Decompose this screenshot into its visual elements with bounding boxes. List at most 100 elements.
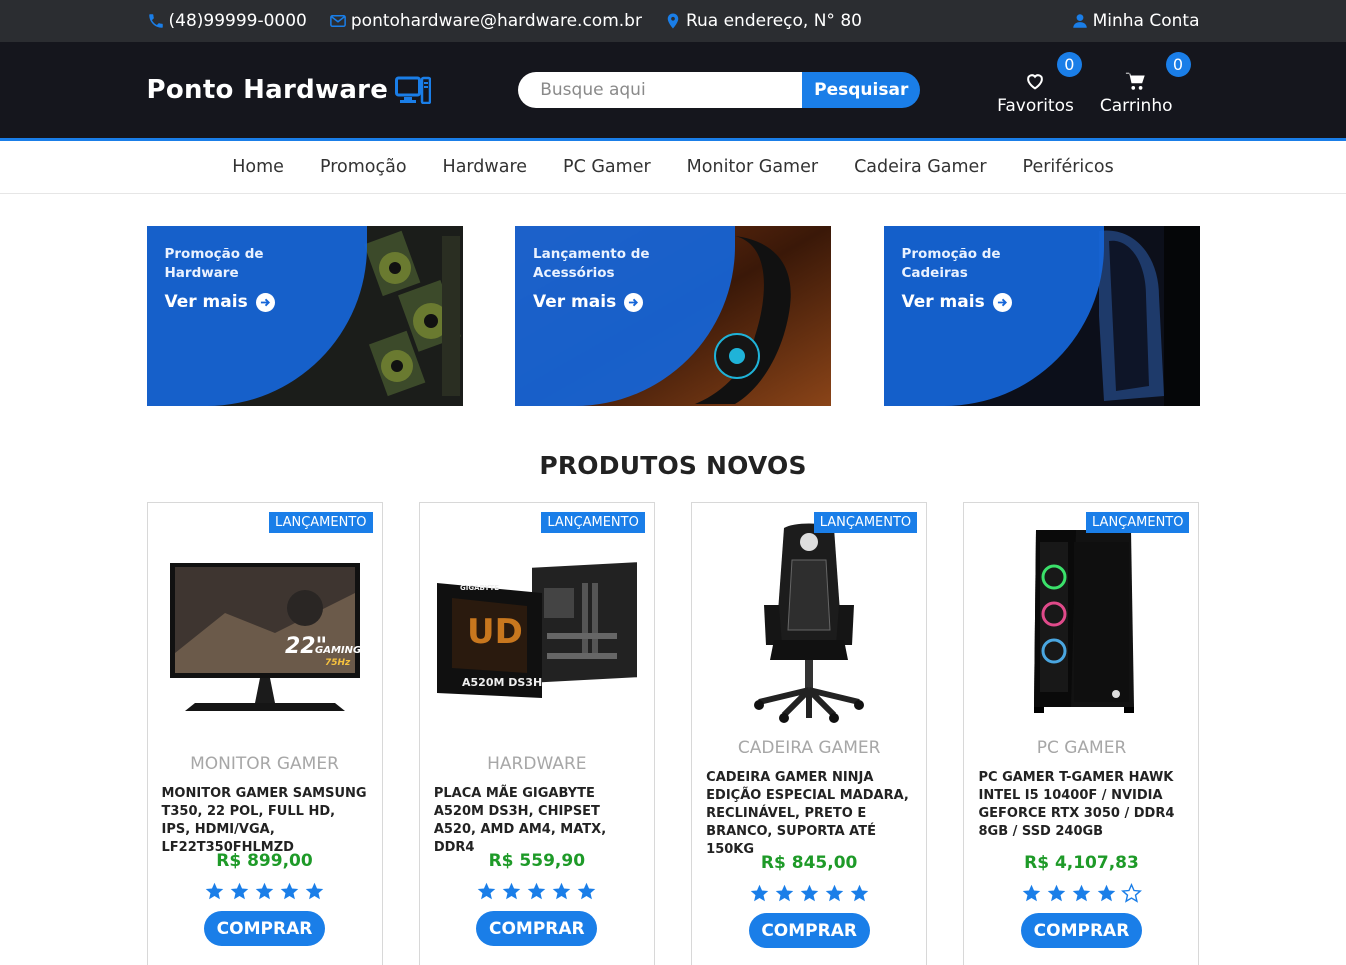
product-rating [964, 883, 1198, 904]
user-icon [1072, 14, 1087, 28]
svg-text:GIGABYTE: GIGABYTE [460, 584, 499, 592]
account-label: Minha Conta [1092, 11, 1200, 31]
phone-contact[interactable]: (48)99999-0000 [147, 11, 307, 31]
banner-title: Promoção de Cadeiras [901, 246, 1001, 281]
product-image [692, 517, 926, 727]
favorites-link[interactable]: 0 Favoritos [997, 52, 1082, 116]
envelope-icon [330, 15, 346, 27]
star-filled-icon [850, 884, 868, 902]
product-category: HARDWARE [487, 754, 587, 774]
banner-hardware-promo[interactable]: Promoção de Hardware Ver mais [146, 226, 463, 406]
product-card[interactable]: LANÇAMENTO 22" GAMING 75Hz MONITOR GAMER… [146, 502, 383, 965]
star-filled-icon [775, 884, 793, 902]
cart-link[interactable]: 0 Carrinho [1099, 52, 1191, 116]
star-filled-icon [305, 882, 324, 900]
banner-cta[interactable]: Ver mais [902, 292, 1012, 312]
product-name[interactable]: PLACA MÃE GIGABYTE A520M DS3H, CHIPSET A… [434, 785, 640, 855]
star-filled-icon [1097, 884, 1116, 902]
product-rating [148, 881, 382, 902]
banner-cta-label: Ver mais [533, 292, 617, 312]
cart-label: Carrinho [1099, 96, 1173, 116]
product-category: MONITOR GAMER [190, 754, 339, 774]
nav-monitor-gamer[interactable]: Monitor Gamer [687, 157, 818, 177]
star-filled-icon [205, 882, 224, 900]
star-filled-icon [255, 882, 274, 900]
cart-icon [1126, 72, 1145, 90]
star-filled-icon [553, 882, 571, 900]
product-grid: LANÇAMENTO 22" GAMING 75Hz MONITOR GAMER… [146, 502, 1200, 965]
banner-row: Promoção de Hardware Ver mais Lançamento… [146, 226, 1200, 406]
product-card[interactable]: LANÇAMENTO CADEIRA GAMER CADEIRA GAMER N… [691, 502, 928, 965]
product-name[interactable]: MONITOR GAMER SAMSUNG T350, 22 POL, FULL… [162, 785, 368, 855]
phone-text: (48)99999-0000 [168, 11, 307, 31]
product-image: 22" GAMING 75Hz [148, 533, 382, 743]
email-text: pontohardware@hardware.com.br [350, 11, 642, 31]
heart-icon [1027, 74, 1044, 90]
product-image: UD A520M DS3H GIGABYTE [420, 533, 654, 743]
nav-perifericos[interactable]: Periféricos [1023, 157, 1114, 177]
nav-promocao[interactable]: Promoção [320, 157, 407, 177]
nav-hardware[interactable]: Hardware [443, 157, 528, 177]
svg-text:75Hz: 75Hz [325, 658, 351, 668]
buy-button[interactable]: COMPRAR [204, 911, 325, 946]
cart-count-badge: 0 [1165, 52, 1191, 77]
arrow-circle-right-icon [992, 292, 1012, 312]
pc-case-product-image [1034, 530, 1135, 713]
launch-badge: LANÇAMENTO [541, 512, 645, 533]
monitor-icon [395, 76, 432, 104]
phone-icon [148, 14, 163, 28]
star-filled-icon [478, 882, 496, 900]
main-header: Ponto Hardware Pesquisar 0 Favoritos [0, 42, 1346, 141]
buy-button[interactable]: COMPRAR [1020, 913, 1142, 948]
banner-chairs-promo[interactable]: Promoção de Cadeiras Ver mais [883, 226, 1200, 406]
star-filled-icon [280, 882, 299, 900]
account-link[interactable]: Minha Conta [1071, 11, 1200, 31]
banner-cta-label: Ver mais [901, 292, 985, 312]
nav-home[interactable]: Home [232, 157, 284, 177]
nav-cadeira-gamer[interactable]: Cadeira Gamer [854, 157, 986, 177]
product-rating [420, 881, 654, 902]
star-filled-icon [1072, 884, 1091, 902]
star-filled-icon [528, 882, 546, 900]
header-actions: 0 Favoritos 0 Carrinho [971, 52, 1191, 116]
search-input[interactable] [518, 72, 803, 108]
star-filled-icon [230, 882, 249, 900]
product-card[interactable]: LANÇAMENTO UD A520M DS3H GIGABYTE HARDWA… [418, 502, 655, 965]
email-contact[interactable]: pontohardware@hardware.com.br [329, 11, 642, 31]
svg-text:GAMING: GAMING [315, 645, 361, 656]
search-button[interactable]: Pesquisar [802, 72, 921, 108]
monitor-product-image: 22" GAMING 75Hz [169, 563, 361, 711]
launch-badge: LANÇAMENTO [269, 512, 373, 533]
launch-badge: LANÇAMENTO [813, 512, 918, 533]
banner-title: Lançamento de Acessórios [533, 246, 650, 281]
product-category: PC GAMER [1036, 738, 1127, 758]
buy-button[interactable]: COMPRAR [748, 913, 870, 948]
banner-cta-label: Ver mais [164, 292, 248, 312]
section-title: PRODUTOS NOVOS [539, 451, 807, 480]
buy-button[interactable]: COMPRAR [476, 911, 598, 946]
star-filled-icon [1022, 884, 1041, 902]
banner-cta[interactable]: Ver mais [533, 292, 644, 312]
svg-text:UD: UD [467, 612, 523, 652]
star-filled-icon [750, 884, 768, 902]
star-filled-icon [825, 884, 843, 902]
star-outline-icon [1121, 883, 1142, 903]
nav-pc-gamer[interactable]: PC Gamer [563, 157, 651, 177]
favorites-label: Favoritos [997, 96, 1074, 116]
banner-title: Promoção de Hardware [164, 246, 264, 281]
product-price: R$ 4,107,83 [1024, 853, 1139, 873]
product-name[interactable]: PC GAMER T-GAMER HAWK INTEL I5 10400F / … [978, 769, 1184, 841]
banner-accessories-launch[interactable]: Lançamento de Acessórios Ver mais [515, 226, 831, 406]
address-text: Rua endereço, N° 80 [685, 11, 862, 31]
star-filled-icon [1047, 884, 1066, 902]
product-name[interactable]: CADEIRA GAMER NINJA EDIÇÃO ESPECIAL MADA… [706, 769, 912, 857]
star-filled-icon [578, 882, 596, 900]
site-logo[interactable]: Ponto Hardware [147, 75, 432, 105]
arrow-circle-right-icon [255, 292, 275, 312]
banner-cta[interactable]: Ver mais [165, 292, 275, 312]
main-navigation: Home Promoção Hardware PC Gamer Monitor … [0, 141, 1346, 194]
address-contact[interactable]: Rua endereço, N° 80 [664, 11, 862, 31]
product-card[interactable]: LANÇAMENTO PC GAMER PC GAMER T-GAMER HAW… [963, 502, 1200, 965]
product-rating [692, 883, 926, 904]
logo-text: Ponto Hardware [146, 75, 389, 105]
